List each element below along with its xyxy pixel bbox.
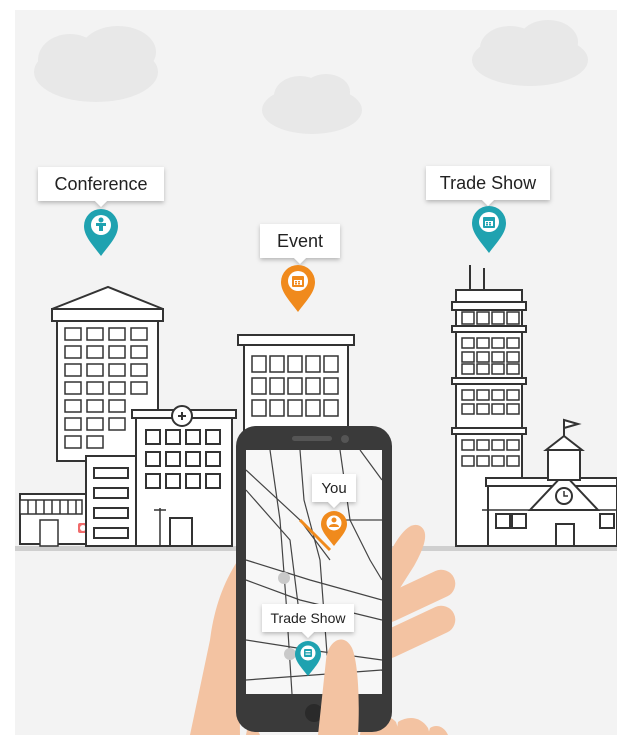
- calendar-icon: [483, 217, 495, 228]
- conference-label-text: Conference: [54, 174, 147, 194]
- map-node: [278, 572, 290, 584]
- city-map-illustration: Conference Event Trade Show You Trade Sh…: [0, 0, 617, 735]
- illustration-canvas: Conference Event Trade Show You Trade Sh…: [15, 10, 617, 735]
- phone-speaker: [292, 436, 332, 441]
- building-hospital: [131, 405, 237, 547]
- calendar-icon: [292, 276, 304, 287]
- trade-show-label-text: Trade Show: [440, 173, 537, 193]
- building-center-windows: [251, 355, 339, 417]
- building-left-low: [85, 455, 139, 547]
- phone-trade-show-label-text: Trade Show: [271, 610, 347, 626]
- map-node: [284, 648, 296, 660]
- event-label-text: Event: [277, 231, 323, 251]
- phone: [236, 426, 392, 732]
- booth-icon: [304, 649, 312, 657]
- phone-camera: [341, 435, 349, 443]
- you-label-text: You: [321, 480, 346, 497]
